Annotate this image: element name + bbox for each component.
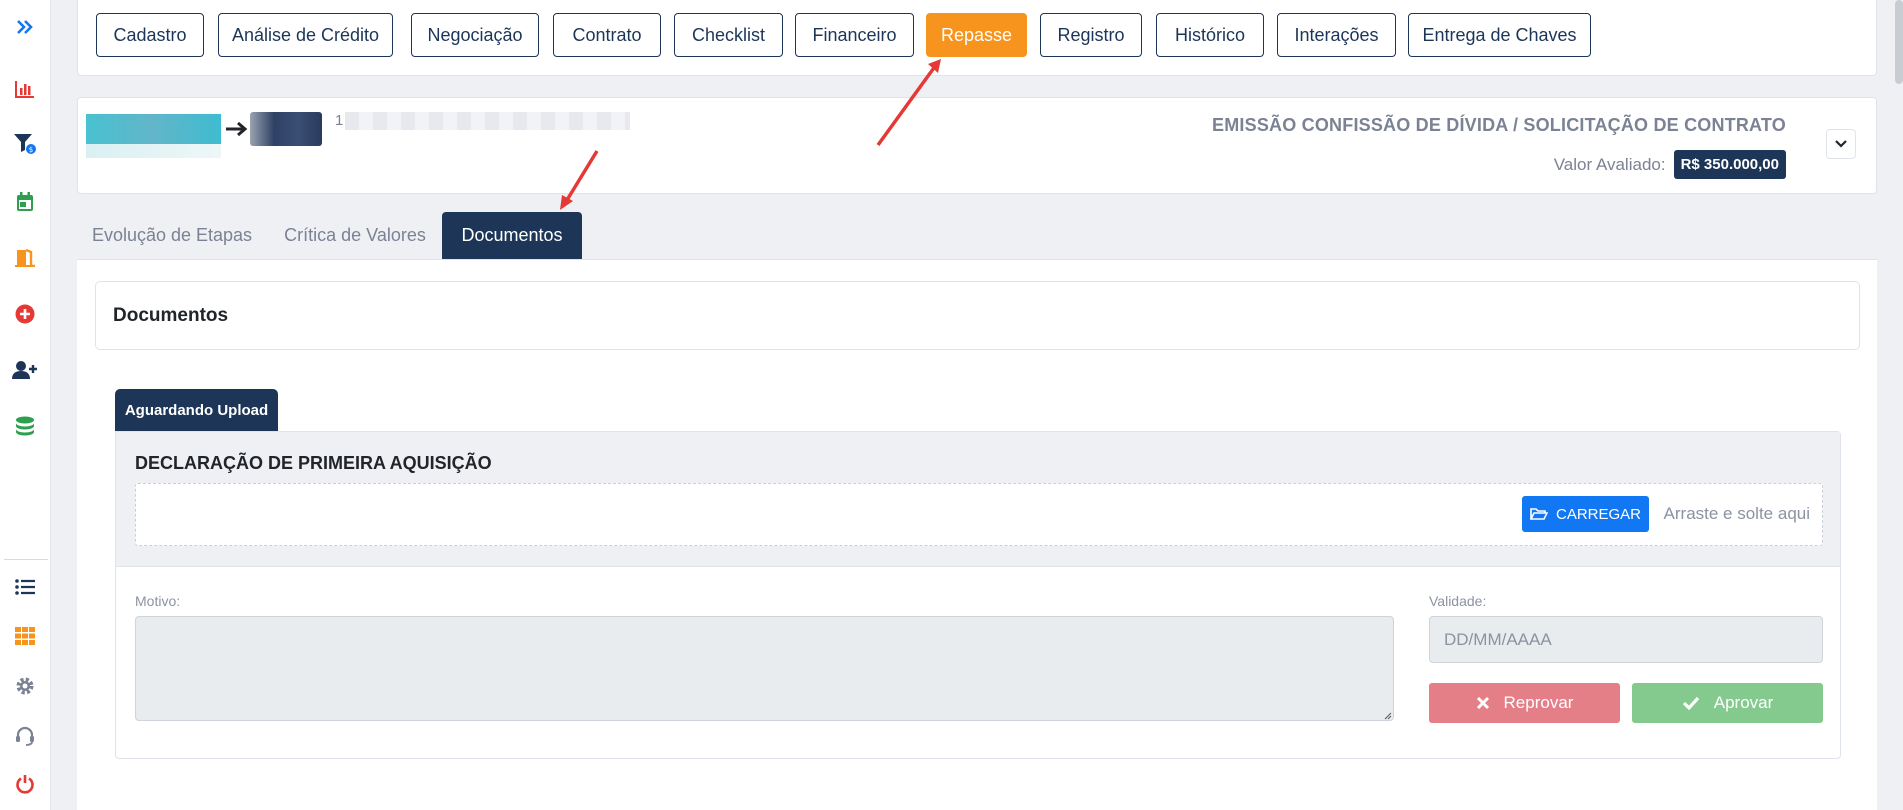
- resize-grip-icon[interactable]: [1382, 710, 1392, 720]
- upload-dropzone[interactable]: CARREGAR Arraste e solte aqui: [135, 483, 1823, 546]
- step-financeiro-button[interactable]: Financeiro: [795, 13, 914, 57]
- step-entrega-chaves-button[interactable]: Entrega de Chaves: [1408, 13, 1591, 57]
- page-scrollbar[interactable]: [1895, 0, 1903, 84]
- expand-card-button[interactable]: [1826, 129, 1856, 159]
- close-icon: [1476, 696, 1489, 710]
- validade-input[interactable]: DD/MM/AAAA: [1429, 616, 1823, 663]
- document-item: DECLARAÇÃO DE PRIMEIRA AQUISIÇÃO CARREGA…: [115, 431, 1841, 759]
- drop-hint: Arraste e solte aqui: [1663, 504, 1810, 523]
- step-historico-button[interactable]: Histórico: [1156, 13, 1264, 57]
- status-tab-aguardando-upload[interactable]: Aguardando Upload: [115, 389, 278, 431]
- sidebar-divider: [4, 559, 48, 560]
- valor-avaliado-row: Valor Avaliado: R$ 350.000,00: [1554, 150, 1786, 179]
- document-upload-section: DECLARAÇÃO DE PRIMEIRA AQUISIÇÃO CARREGA…: [116, 432, 1840, 567]
- documents-header-card: Documentos: [95, 281, 1860, 350]
- step-contrato-button[interactable]: Contrato: [553, 13, 661, 57]
- tab-critica-valores[interactable]: Crítica de Valores: [278, 212, 432, 259]
- step-registro-button[interactable]: Registro: [1040, 13, 1142, 57]
- step-interacoes-button[interactable]: Interações: [1277, 13, 1396, 57]
- calendar-icon[interactable]: [8, 185, 42, 219]
- redacted-process-id: [345, 112, 630, 130]
- documents-panel: Documentos Aguardando Upload DECLARAÇÃO …: [77, 259, 1877, 810]
- grid-icon[interactable]: [8, 619, 42, 653]
- sidebar: $: [0, 0, 51, 810]
- chevron-down-icon: [1835, 140, 1847, 148]
- expand-icon[interactable]: [8, 10, 42, 44]
- reprovar-button-label: Reprovar: [1503, 693, 1574, 712]
- svg-text:$: $: [29, 146, 33, 154]
- filter-money-icon[interactable]: $: [8, 127, 42, 161]
- motivo-label: Motivo:: [135, 593, 181, 609]
- list-icon[interactable]: [8, 570, 42, 604]
- redacted-client-detail: [86, 144, 221, 158]
- process-steps-bar: Cadastro Análise de Crédito Negociação C…: [77, 0, 1877, 76]
- tab-documentos[interactable]: Documentos: [442, 212, 582, 259]
- validade-label: Validade:: [1429, 593, 1487, 609]
- headset-icon[interactable]: [8, 719, 42, 753]
- documents-header-title: Documentos: [113, 305, 229, 326]
- reprovar-button[interactable]: Reprovar: [1429, 683, 1620, 723]
- redacted-property: [250, 112, 322, 146]
- gear-icon[interactable]: [8, 669, 42, 703]
- power-icon[interactable]: [8, 767, 42, 801]
- step-cadastro-button[interactable]: Cadastro: [96, 13, 204, 57]
- motivo-textarea[interactable]: [135, 616, 1394, 721]
- aprovar-button[interactable]: Aprovar: [1632, 683, 1823, 723]
- document-name: DECLARAÇÃO DE PRIMEIRA AQUISIÇÃO: [135, 453, 492, 473]
- coins-icon[interactable]: [8, 409, 42, 443]
- process-stage-title: EMISSÃO CONFISSÃO DE DÍVIDA / SOLICITAÇÃ…: [1212, 115, 1786, 135]
- step-analise-credito-button[interactable]: Análise de Crédito: [218, 13, 393, 57]
- aprovar-button-label: Aprovar: [1713, 693, 1774, 712]
- valor-avaliado-badge: R$ 350.000,00: [1673, 150, 1786, 179]
- valor-avaliado-label: Valor Avaliado:: [1553, 154, 1666, 174]
- chart-bar-icon[interactable]: [8, 72, 42, 106]
- plus-circle-icon[interactable]: [8, 297, 42, 331]
- door-icon[interactable]: [8, 240, 42, 274]
- tab-evolucao-etapas[interactable]: Evolução de Etapas: [77, 212, 267, 259]
- process-info-card: 1 EMISSÃO CONFISSÃO DE DÍVIDA / SOLICITA…: [77, 97, 1877, 194]
- check-icon: [1682, 696, 1699, 710]
- step-negociacao-button[interactable]: Negociação: [411, 13, 539, 57]
- upload-button[interactable]: CARREGAR: [1522, 496, 1649, 532]
- step-checklist-button[interactable]: Checklist: [674, 13, 783, 57]
- redacted-client-name: [86, 114, 221, 144]
- upload-button-label: CARREGAR: [1555, 505, 1641, 523]
- arrow-right-icon: [226, 121, 248, 137]
- process-id-prefix: 1: [335, 112, 346, 129]
- user-plus-icon[interactable]: [8, 353, 42, 387]
- step-repasse-button[interactable]: Repasse: [926, 13, 1027, 57]
- folder-open-icon: [1529, 508, 1548, 520]
